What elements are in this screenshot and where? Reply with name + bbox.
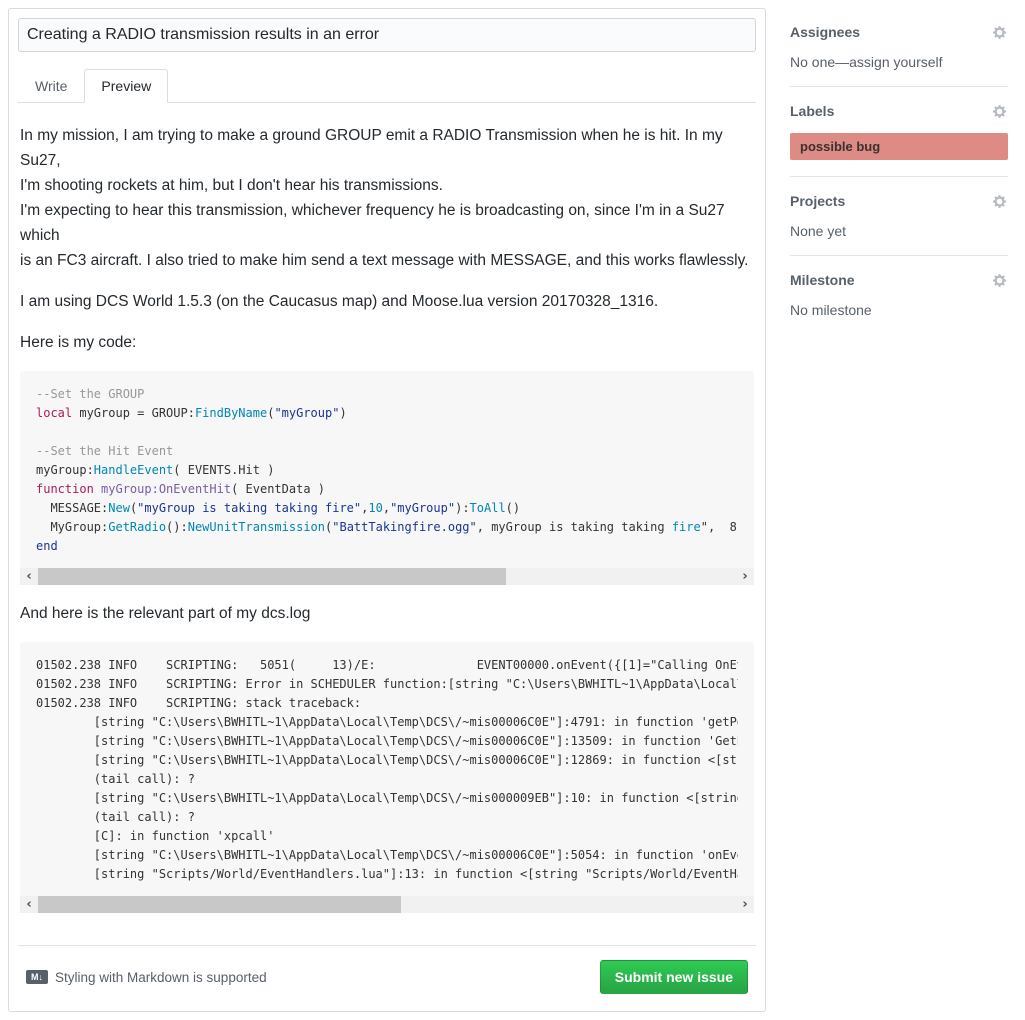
markdown-support-note[interactable]: M↓ Styling with Markdown is supported (26, 970, 267, 985)
tab-preview[interactable]: Preview (84, 69, 168, 103)
log-code-block: 01502.238 INFO SCRIPTING: 5051( 13)/E: E… (20, 642, 754, 913)
dcs-log: 01502.238 INFO SCRIPTING: 5051( 13)/E: E… (20, 642, 754, 894)
gear-icon[interactable] (993, 25, 1008, 40)
lua-code-block: --Set the GROUPlocal myGroup = GROUP:Fin… (20, 371, 754, 585)
log-hscrollbar[interactable]: ‹ › (20, 896, 754, 913)
issue-sidebar: Assignees No one—assign yourself Labels … (790, 8, 1008, 1012)
paragraph-versions: I am using DCS World 1.5.3 (on the Cauca… (20, 289, 754, 314)
labels-title: Labels (790, 103, 834, 119)
intro-line-2: I'm shooting rockets at him, but I don't… (20, 177, 443, 194)
intro-line-1: In my mission, I am trying to make a gro… (20, 127, 723, 169)
gear-icon[interactable] (993, 104, 1008, 119)
issue-composer: Write Preview In my mission, I am trying… (8, 8, 766, 1012)
lua-scroll-thumb[interactable] (38, 568, 506, 585)
composer-footer: M↓ Styling with Markdown is supported Su… (18, 945, 756, 1002)
sidebar-section-milestone: Milestone No milestone (790, 264, 1008, 334)
intro-line-4: is an FC3 aircraft. I also tried to make… (20, 252, 749, 269)
gear-icon[interactable] (993, 273, 1008, 288)
milestone-header[interactable]: Milestone (790, 272, 1008, 288)
assignees-value[interactable]: No one—assign yourself (790, 54, 1008, 70)
labels-header[interactable]: Labels (790, 103, 1008, 119)
milestone-value: No milestone (790, 302, 1008, 318)
label-possible-bug[interactable]: possible bug (790, 133, 1008, 160)
log-scroll-track[interactable] (38, 896, 736, 913)
intro-line-3: I'm expecting to hear this transmission,… (20, 202, 725, 244)
lua-code-hscrollbar[interactable]: ‹ › (20, 568, 754, 585)
sidebar-section-labels: Labels possible bug (790, 95, 1008, 177)
sidebar-section-projects: Projects None yet (790, 185, 1008, 256)
lua-code: --Set the GROUPlocal myGroup = GROUP:Fin… (20, 371, 754, 566)
milestone-title: Milestone (790, 272, 855, 288)
scroll-left-icon[interactable]: ‹ (20, 896, 38, 913)
issue-title-input[interactable] (18, 18, 756, 52)
markdown-note-text: Styling with Markdown is supported (55, 970, 267, 985)
submit-new-issue-button[interactable]: Submit new issue (600, 960, 748, 994)
projects-value: None yet (790, 223, 1008, 239)
lua-scroll-track[interactable] (38, 568, 736, 585)
assignees-title: Assignees (790, 24, 860, 40)
scroll-right-icon[interactable]: › (736, 568, 754, 585)
tab-write[interactable]: Write (18, 69, 84, 103)
new-issue-page: Write Preview In my mission, I am trying… (0, 0, 1025, 1020)
preview-body: In my mission, I am trying to make a gro… (18, 103, 756, 933)
projects-title: Projects (790, 193, 845, 209)
markdown-icon: M↓ (26, 970, 48, 984)
gear-icon[interactable] (993, 194, 1008, 209)
paragraph-code-intro: Here is my code: (20, 330, 754, 355)
scroll-right-icon[interactable]: › (736, 896, 754, 913)
projects-header[interactable]: Projects (790, 193, 1008, 209)
log-scroll-thumb[interactable] (38, 896, 401, 913)
assignees-header[interactable]: Assignees (790, 24, 1008, 40)
paragraph-log-intro: And here is the relevant part of my dcs.… (20, 601, 754, 626)
paragraph-intro: In my mission, I am trying to make a gro… (20, 123, 754, 273)
write-preview-tabs: Write Preview (18, 69, 756, 103)
sidebar-section-assignees: Assignees No one—assign yourself (790, 16, 1008, 87)
scroll-left-icon[interactable]: ‹ (20, 568, 38, 585)
